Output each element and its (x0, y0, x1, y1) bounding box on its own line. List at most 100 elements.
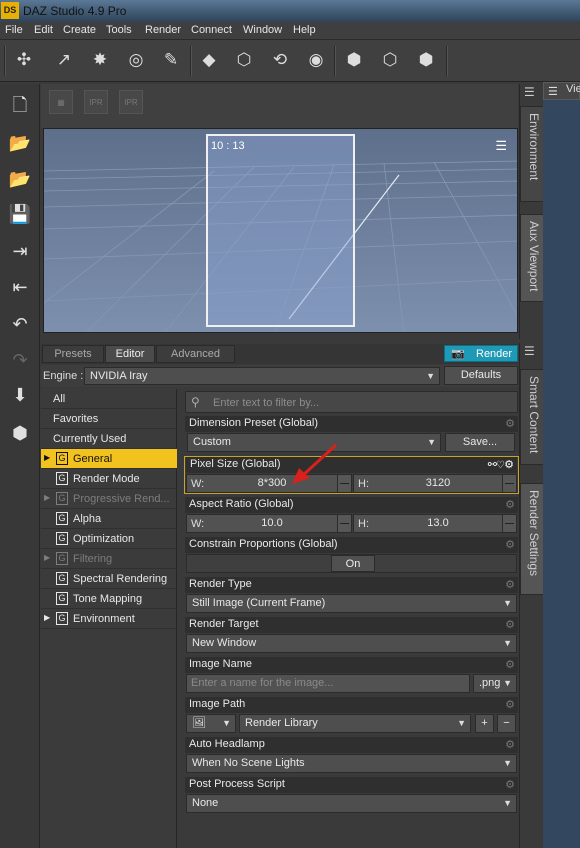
tab-smart-content[interactable]: Smart Content (520, 369, 544, 465)
gear-icon[interactable]: ⚙ (505, 498, 515, 513)
viewport-header: ☰ Vie (543, 82, 580, 100)
save-preset-button[interactable]: Save... (445, 433, 515, 452)
open-file-icon[interactable]: 📂 (7, 130, 33, 156)
node-selection-icon[interactable]: ⬡ (232, 48, 256, 72)
gear-icon[interactable]: ⚙ (505, 618, 515, 633)
viewport-menu-icon[interactable]: ☰ (495, 138, 507, 154)
gear-icon[interactable]: ⚙ (505, 658, 515, 673)
render-button[interactable]: 📷 Render (444, 345, 518, 362)
menu-tools[interactable]: Tools (106, 24, 132, 36)
category-render-mode[interactable]: G Render Mode (41, 469, 177, 489)
menu-help[interactable]: Help (293, 24, 316, 36)
import-icon[interactable]: ⇥ (7, 238, 33, 264)
add-node-icon[interactable]: ✣ (12, 48, 36, 72)
joint-editor-icon[interactable]: ⬡ (378, 48, 402, 72)
render-type-select[interactable]: Still Image (Current Frame) ▼ (186, 594, 517, 613)
point-light-icon[interactable]: ◎ (124, 48, 148, 72)
expand-arrow-icon[interactable]: ▶ (44, 553, 50, 562)
path-type-select[interactable]: 🖼 ▼ (186, 714, 236, 733)
remove-path-button[interactable]: − (497, 714, 516, 733)
group-icon: G (56, 592, 68, 605)
category-all[interactable]: All (41, 389, 177, 409)
main-viewport[interactable]: ☰ Vie (543, 82, 580, 848)
tab-environment[interactable]: Environment (520, 106, 544, 202)
pane-menu-icon[interactable]: ☰ (520, 84, 544, 104)
tab-presets[interactable]: Presets (42, 345, 104, 363)
image-name-input[interactable]: Enter a name for the image... (186, 674, 470, 693)
category-favorites[interactable]: Favorites (41, 409, 177, 429)
geometry-editor-icon[interactable]: ⬢ (414, 48, 438, 72)
aux-viewport[interactable]: 10 : 13 ☰ (43, 128, 518, 333)
menu-render[interactable]: Render (145, 24, 181, 36)
category-environment[interactable]: ▶ G Environment (41, 609, 177, 629)
chevron-down-icon: ▼ (503, 598, 512, 608)
toolbar-separator (334, 46, 336, 76)
universal-tool-icon[interactable]: ⟲ (268, 48, 292, 72)
aspect-height-field[interactable]: H: 13.0 (353, 514, 517, 533)
rotate-tool-icon[interactable]: ◉ (304, 48, 328, 72)
constrain-toggle[interactable]: On (186, 554, 517, 573)
tab-advanced[interactable]: Advanced (156, 345, 235, 363)
gear-icon[interactable]: ⚙ (505, 578, 515, 593)
primitive-icon[interactable]: ◆ (197, 48, 221, 72)
tab-aux-viewport[interactable]: Aux Viewport (520, 214, 544, 302)
viewport-menu-icon[interactable]: ☰ (548, 85, 558, 98)
engine-select[interactable]: NVIDIA Iray ▼ (84, 367, 440, 385)
gear-icon[interactable]: ⚙ (505, 738, 515, 753)
linear-light-icon[interactable]: ✎ (159, 48, 183, 72)
menu-edit[interactable]: Edit (34, 24, 53, 36)
auto-headlamp-title: Auto Headlamp ⚙ (185, 737, 518, 753)
pane-menu-icon[interactable]: ☰ (520, 343, 544, 363)
expand-arrow-icon[interactable]: ▶ (44, 613, 50, 622)
gear-icon[interactable]: ⚙ (505, 778, 515, 793)
constrain-value[interactable]: On (331, 555, 375, 572)
new-file-icon[interactable]: 🗋 (7, 92, 33, 118)
menu-file[interactable]: File (5, 24, 23, 36)
auto-headlamp-select[interactable]: When No Scene Lights ▼ (186, 754, 517, 773)
gear-icon[interactable]: ⚙ (505, 538, 515, 553)
redo-icon[interactable]: ↷ (7, 347, 33, 373)
add-path-button[interactable]: + (475, 714, 494, 733)
post-process-select[interactable]: None ▼ (186, 794, 517, 813)
spotlight-icon[interactable]: ↗ (52, 48, 76, 72)
slider-handle[interactable] (502, 515, 516, 532)
tab-render-settings[interactable]: Render Settings (520, 483, 544, 595)
gear-icon[interactable]: ⚙ (505, 698, 515, 713)
slider-handle[interactable] (337, 515, 351, 532)
ipr-button[interactable]: IPR (84, 90, 108, 114)
gear-icon[interactable]: ⚙ (505, 417, 515, 432)
download-figure-icon[interactable]: ⬇ (7, 382, 33, 408)
figure-setup-icon[interactable]: ⬢ (7, 420, 33, 446)
category-progressive-rendering[interactable]: ▶ G Progressive Rend... (41, 489, 177, 509)
menu-create[interactable]: Create (63, 24, 96, 36)
ipr-button[interactable]: IPR (119, 90, 143, 114)
distant-light-icon[interactable]: ✸ (88, 48, 112, 72)
category-general[interactable]: ▶ G General (41, 449, 177, 469)
aspect-width-field[interactable]: W: 10.0 (186, 514, 352, 533)
slider-handle[interactable] (502, 475, 516, 492)
tab-editor[interactable]: Editor (105, 345, 155, 363)
save-file-icon[interactable]: 💾 (7, 201, 33, 227)
category-alpha[interactable]: G Alpha (41, 509, 177, 529)
pixel-height-field[interactable]: H: 3120 (353, 474, 517, 493)
undo-icon[interactable]: ↶ (7, 311, 33, 337)
category-tone-mapping[interactable]: G Tone Mapping (41, 589, 177, 609)
category-optimization[interactable]: G Optimization (41, 529, 177, 549)
menu-connect[interactable]: Connect (191, 24, 232, 36)
menu-window[interactable]: Window (243, 24, 282, 36)
merge-file-icon[interactable]: 📂 (7, 166, 33, 192)
render-region-icon[interactable]: ▦ (49, 90, 73, 114)
active-pose-icon[interactable]: ⬢ (342, 48, 366, 72)
image-format-select[interactable]: .png ▼ (473, 674, 517, 693)
category-currently-used[interactable]: Currently Used (41, 429, 177, 449)
image-path-select[interactable]: Render Library ▼ (239, 714, 471, 733)
category-filtering[interactable]: ▶ G Filtering (41, 549, 177, 569)
expand-arrow-icon[interactable]: ▶ (44, 493, 50, 502)
export-icon[interactable]: ⇤ (7, 274, 33, 300)
render-target-select[interactable]: New Window ▼ (186, 634, 517, 653)
category-spectral-rendering[interactable]: G Spectral Rendering (41, 569, 177, 589)
filter-input[interactable] (213, 395, 503, 410)
expand-arrow-icon[interactable]: ▶ (44, 453, 50, 462)
defaults-button[interactable]: Defaults (444, 366, 518, 385)
gear-icon[interactable]: ⚙ (504, 458, 514, 473)
